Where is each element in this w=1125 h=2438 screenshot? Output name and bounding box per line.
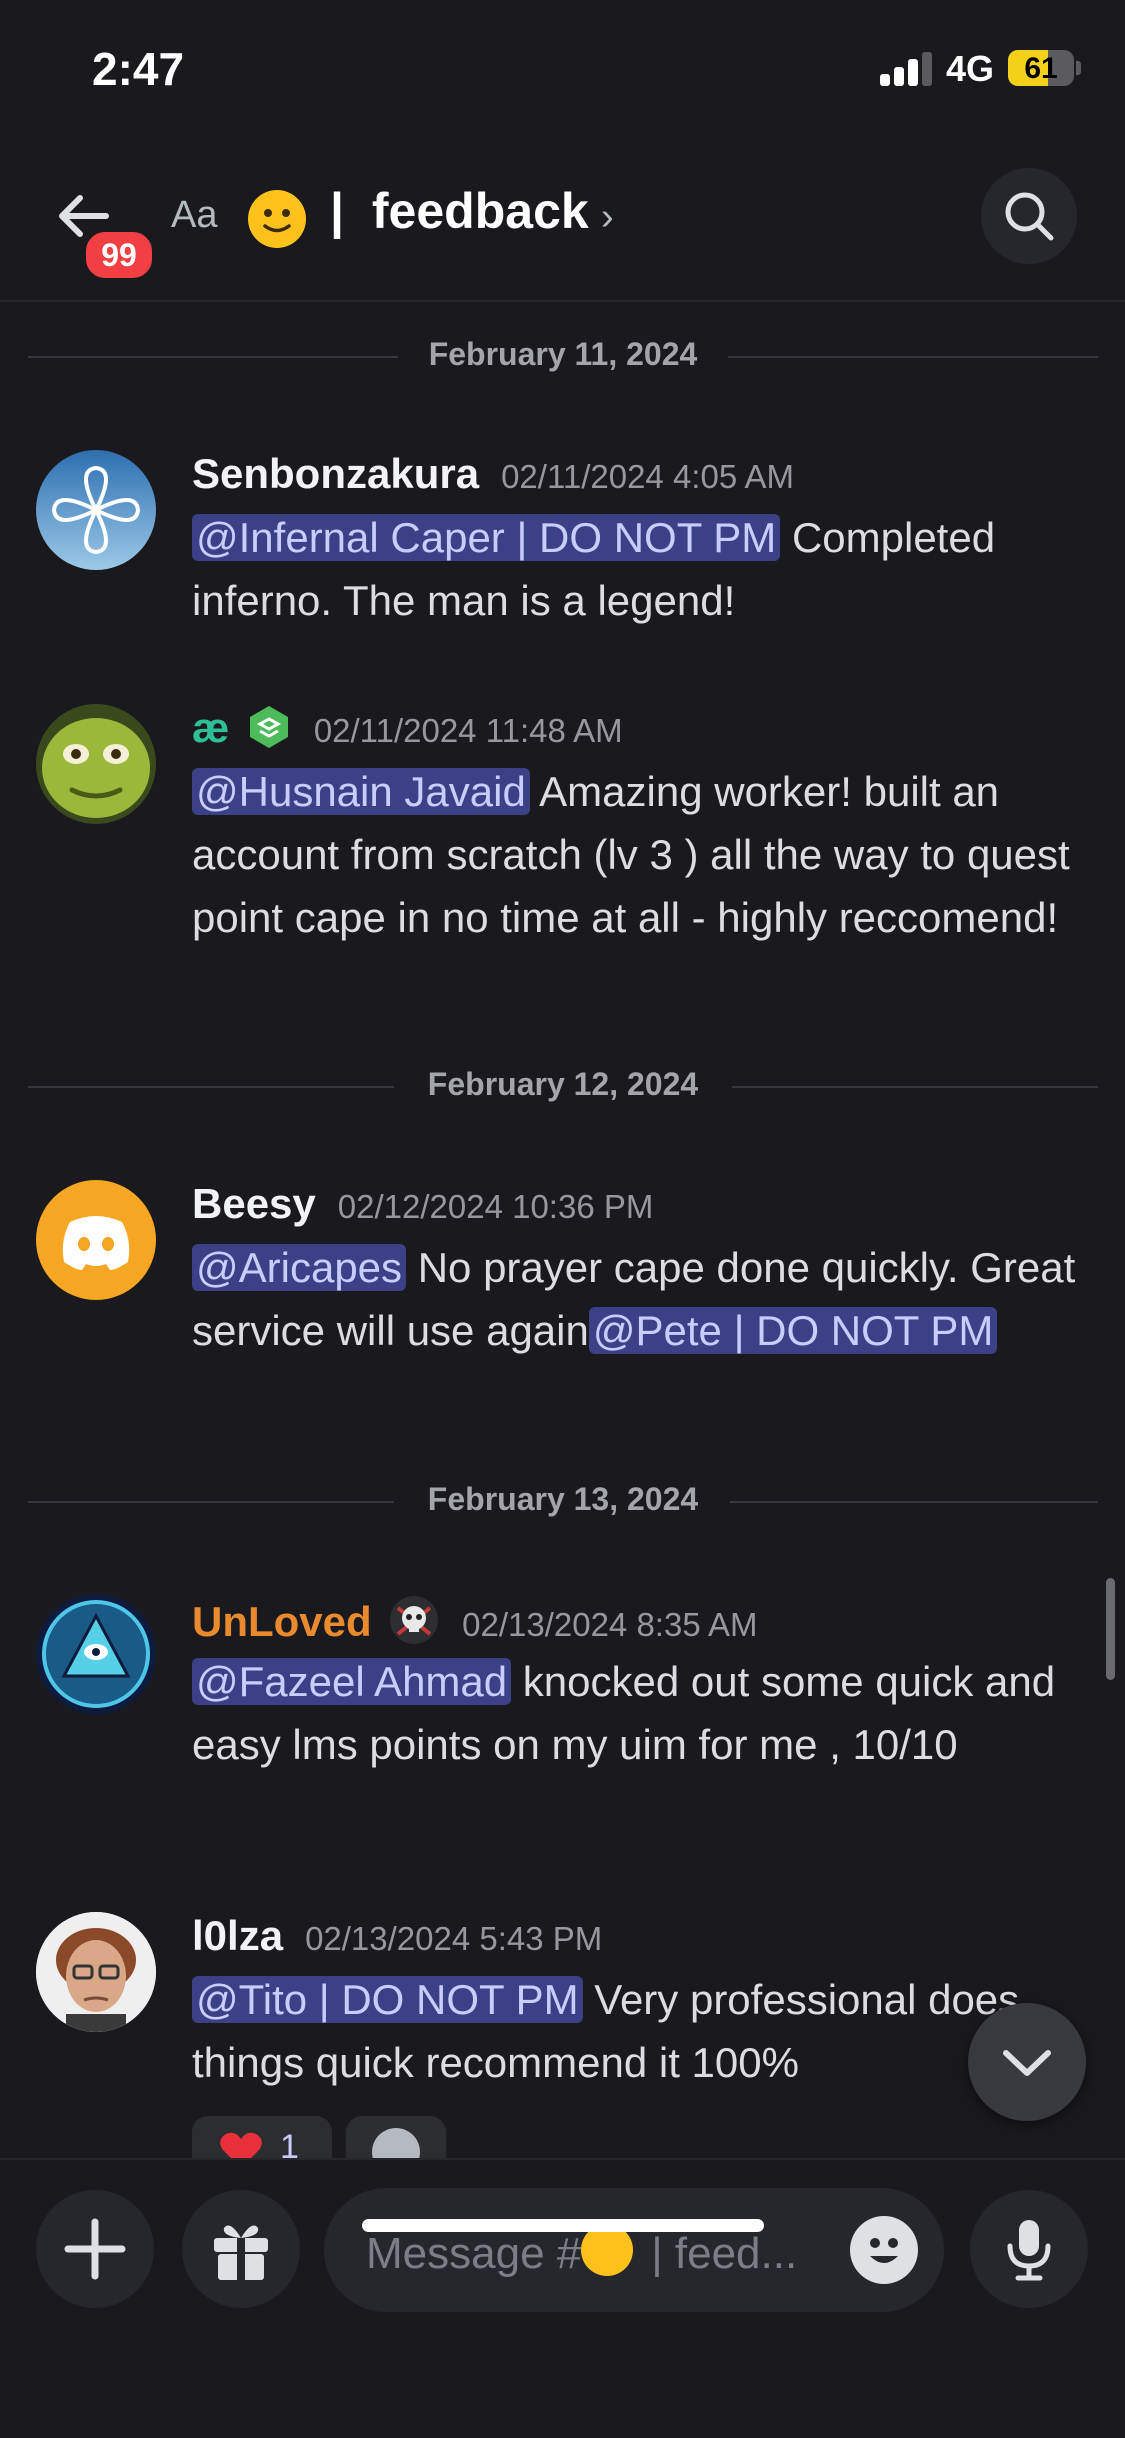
microphone-icon	[1007, 2220, 1051, 2281]
add-reaction-icon	[372, 2128, 420, 2158]
channel-title[interactable]: | feedback	[330, 182, 589, 240]
user-mention[interactable]: @Infernal Caper | DO NOT PM	[192, 514, 781, 561]
date-label: February 11, 2024	[28, 336, 1098, 373]
add-reaction-button[interactable]	[346, 2116, 446, 2158]
message-timestamp: 02/11/2024 11:48 AM	[313, 712, 623, 749]
smiley-emoji-icon	[248, 190, 306, 248]
smiley-face	[263, 209, 291, 233]
voice-message-button[interactable]	[970, 2190, 1088, 2308]
message-content: @Tito | DO NOT PM Very professional does…	[192, 1968, 1092, 2094]
triangle-eye-avatar-icon	[42, 1600, 150, 1708]
discord-logo-icon	[62, 1216, 130, 1270]
date-label: February 13, 2024	[28, 1481, 1098, 1518]
message-content: @Fazeel Ahmad knocked out some quick and…	[192, 1650, 1092, 1776]
skull-badge-icon	[388, 1594, 440, 1646]
message-header: Beesy 02/12/2024 10:36 PM	[192, 1180, 653, 1228]
avatar[interactable]	[36, 704, 156, 824]
chevron-down-icon	[1003, 2050, 1051, 2076]
author-name[interactable]: Beesy	[192, 1180, 316, 1227]
gift-button[interactable]	[182, 2190, 300, 2308]
signal-strength-icon	[880, 52, 932, 86]
author-name[interactable]: æ	[192, 704, 229, 751]
message-placeholder: Message # | feed...	[366, 2224, 797, 2279]
message-list[interactable]: February 11, 2024 Senbonzakura 02/11/2024…	[0, 302, 1125, 2158]
channel-separator: |	[330, 183, 344, 239]
author-name[interactable]: Senbonzakura	[192, 450, 479, 497]
green-face-avatar-icon	[36, 704, 156, 824]
channel-name: feedback	[371, 183, 589, 239]
home-indicator[interactable]	[362, 2219, 764, 2232]
emoji-picker-button[interactable]	[850, 2216, 918, 2284]
user-mention[interactable]: @Aricapes	[192, 1244, 407, 1291]
message-content: @Husnain Javaid Amazing worker! built an…	[192, 760, 1092, 949]
author-name[interactable]: UnLoved	[192, 1598, 372, 1645]
gift-icon	[214, 2225, 268, 2280]
date-divider: February 13, 2024	[28, 1481, 1098, 1521]
date-divider: February 11, 2024	[28, 336, 1098, 376]
battery-icon: 61	[1008, 50, 1074, 86]
reaction-heart[interactable]: 1	[192, 2116, 332, 2158]
author-name[interactable]: l0lza	[192, 1912, 283, 1959]
network-type: 4G	[946, 48, 995, 89]
jump-to-present-button[interactable]	[968, 2003, 1086, 2121]
attach-button[interactable]	[36, 2190, 154, 2308]
message-timestamp: 02/11/2024 4:05 AM	[501, 458, 795, 495]
battery-tip	[1076, 61, 1081, 75]
reaction-count: 1	[280, 2128, 299, 2158]
flower-avatar-icon	[36, 450, 156, 570]
search-button[interactable]	[981, 168, 1077, 264]
message-timestamp: 02/13/2024 8:35 AM	[462, 1606, 758, 1643]
avatar[interactable]	[36, 1594, 156, 1714]
status-time: 2:47	[92, 43, 185, 95]
user-mention[interactable]: @Fazeel Ahmad	[192, 1658, 512, 1705]
text-size-button[interactable]: Aa	[171, 194, 217, 237]
plus-icon	[64, 2218, 126, 2280]
user-mention[interactable]: @Pete | DO NOT PM	[588, 1307, 998, 1354]
date-divider: February 12, 2024	[28, 1066, 1098, 1106]
user-mention[interactable]: @Tito | DO NOT PM	[192, 1976, 583, 2023]
unread-badge: 99	[82, 228, 156, 282]
date-label: February 12, 2024	[28, 1066, 1098, 1103]
avatar[interactable]	[36, 450, 156, 570]
man-portrait-avatar-icon	[36, 1912, 156, 2032]
message-timestamp: 02/12/2024 10:36 PM	[337, 1188, 654, 1225]
message-content: @Infernal Caper | DO NOT PM Completed in…	[192, 506, 1092, 632]
server-tag-icon	[246, 704, 292, 750]
message-content: @Aricapes No prayer cape done quickly. G…	[192, 1236, 1092, 1362]
channel-chevron-icon: ›	[601, 196, 614, 238]
message-timestamp: 02/13/2024 5:43 PM	[305, 1920, 603, 1957]
message-header: UnLoved 02/13/2024 8:35 AM	[192, 1594, 758, 1646]
heart-emoji-icon	[218, 2130, 264, 2158]
message-header: æ 02/11/2024 11:48 AM	[192, 704, 623, 752]
status-bar: 2:47 4G 61	[0, 0, 1125, 140]
battery-percent: 61	[1024, 52, 1058, 85]
search-icon	[1005, 192, 1054, 241]
message-header: l0lza 02/13/2024 5:43 PM	[192, 1912, 602, 1960]
emoji-icon	[870, 2238, 898, 2263]
message-input[interactable]: Message # | feed...	[324, 2188, 944, 2312]
message-composer: Message # | feed...	[0, 2158, 1125, 2438]
user-mention[interactable]: @Husnain Javaid	[192, 768, 530, 815]
message-header: Senbonzakura 02/11/2024 4:05 AM	[192, 450, 794, 498]
avatar[interactable]	[36, 1180, 156, 1300]
scrollbar-thumb[interactable]	[1106, 1578, 1115, 1680]
avatar[interactable]	[36, 1912, 156, 2032]
channel-header: 99 Aa | feedback ›	[0, 140, 1125, 302]
